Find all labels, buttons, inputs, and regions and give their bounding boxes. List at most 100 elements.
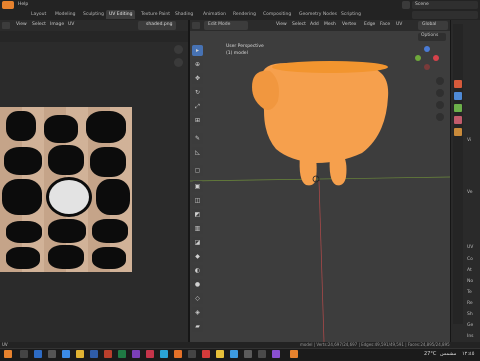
prop-color-attributes[interactable]: Co [467,257,480,265]
blender-running-icon[interactable] [290,350,298,358]
add-cube-tool-icon[interactable]: ▢ [192,165,203,176]
word-icon[interactable] [90,350,98,358]
measure-tool-icon[interactable]: ◺ [192,147,203,158]
vp-menu-face[interactable]: Face [380,22,390,27]
uv-menu-uv[interactable]: UV [68,22,74,27]
spin-tool-icon[interactable]: ◐ [192,265,203,276]
zoom-icon[interactable] [174,45,183,54]
rotate-tool-icon[interactable]: ↻ [192,87,203,98]
prop-instancing[interactable]: Ins [467,334,480,342]
workspace-tab-modeling[interactable]: Modeling [52,10,78,19]
workspace-tab-shading[interactable]: Shading [172,10,196,19]
move-tool-icon[interactable]: ✥ [192,73,203,84]
poly-build-tool-icon[interactable]: ◆ [192,251,203,262]
camera-view-icon[interactable] [436,101,444,109]
prop-geometry-data[interactable]: Ge [467,323,480,331]
uv-menu-view[interactable]: View [16,22,27,27]
texture-properties-icon[interactable] [454,128,462,136]
app-icon-9[interactable] [244,350,252,358]
search-icon[interactable] [20,350,28,358]
vp-menu-select[interactable]: Select [292,22,306,27]
navigation-gizmo[interactable] [414,45,440,71]
workspace-tab-rendering[interactable]: Rendering [230,10,259,19]
app-icon-5[interactable] [188,350,196,358]
vp-menu-mesh[interactable]: Mesh [324,22,336,27]
edge-slide-tool-icon[interactable]: ◇ [192,293,203,304]
prop-shading[interactable]: Sh [467,312,480,320]
vp-menu-vertex[interactable]: Vertex [342,22,356,27]
smooth-tool-icon[interactable]: ● [192,279,203,290]
vp-menu-add[interactable]: Add [310,22,319,27]
workspace-tab-animation[interactable]: Animation [200,10,229,19]
shrink-fatten-tool-icon[interactable]: ◈ [192,307,203,318]
uv-menu-image[interactable]: Image [50,22,64,27]
gizmo-y-icon[interactable] [415,55,421,61]
workspace-tab-compositing[interactable]: Compositing [260,10,294,19]
app-icon-4[interactable] [174,350,182,358]
file-explorer-icon[interactable] [76,350,84,358]
scene-icon[interactable] [402,1,410,9]
editor-type-icon[interactable] [2,22,10,29]
blender-taskbar-icon[interactable] [4,350,12,358]
app-icon-8[interactable] [230,350,238,358]
viewport-editor-type-icon[interactable] [192,22,200,29]
excel-icon[interactable] [118,350,126,358]
edge-browser-icon[interactable] [62,350,70,358]
select-box-tool-icon[interactable]: ▸ [192,45,203,56]
cursor-tool-icon[interactable]: ⊕ [192,59,203,70]
modifier-properties-icon[interactable] [454,92,462,100]
workspace-tab-sculpting[interactable]: Sculpting [80,10,107,19]
workspace-tab-layout[interactable]: Layout [28,10,49,19]
clock[interactable]: ١٢:٤٥ [462,351,474,357]
gizmo-neg-x-icon[interactable] [424,64,430,70]
annotate-tool-icon[interactable]: ✎ [192,133,203,144]
app-icon-2[interactable] [146,350,154,358]
prop-normals[interactable]: No [467,279,480,287]
app-icon-11[interactable] [272,350,280,358]
workspace-tab-scripting[interactable]: Scripting [338,10,364,19]
material-properties-icon[interactable] [454,116,462,124]
shear-tool-icon[interactable]: ▰ [192,321,203,332]
prop-uv-maps[interactable]: UV [467,245,480,253]
workspace-tab-geometry-nodes[interactable]: Geometry Nodes [296,10,340,19]
app-icon-1[interactable] [132,350,140,358]
prop-vertex-groups[interactable]: Vi [467,138,480,146]
inset-tool-icon[interactable]: ◫ [192,195,203,206]
workspace-tab-uv-editing[interactable]: UV Editing [106,10,136,19]
task-view-icon[interactable] [48,350,56,358]
prop-texture-space[interactable]: Te [467,290,480,298]
powerpoint-icon[interactable] [104,350,112,358]
loop-cut-tool-icon[interactable]: ▥ [192,223,203,234]
prop-remesh[interactable]: Re [467,301,480,309]
pan-hand-icon[interactable] [174,58,183,67]
app-icon-6[interactable] [202,350,210,358]
blender-logo-icon[interactable] [2,1,14,9]
object-properties-icon[interactable] [454,80,462,88]
extrude-tool-icon[interactable]: ▣ [192,181,203,192]
3d-viewport[interactable]: User Perspective (1) model Options [190,31,450,342]
app-icon-7[interactable] [216,350,224,358]
prop-shape-keys[interactable]: Ve [467,190,480,198]
gizmo-z-icon[interactable] [424,46,430,52]
prop-attributes[interactable]: At [467,268,480,276]
vp-menu-uv[interactable]: UV [396,22,402,27]
app-icon-3[interactable] [160,350,168,358]
vp-menu-edge[interactable]: Edge [364,22,375,27]
help-menu[interactable]: Help [18,2,28,7]
data-properties-icon[interactable] [454,104,462,112]
uv-menu-select[interactable]: Select [32,22,46,27]
transform-tool-icon[interactable]: ⊞ [192,115,203,126]
bevel-tool-icon[interactable]: ◩ [192,209,203,220]
knife-tool-icon[interactable]: ◪ [192,237,203,248]
perspective-toggle-icon[interactable] [436,113,444,121]
pan-view-icon[interactable] [436,89,444,97]
scale-tool-icon[interactable]: ⤢ [192,101,203,112]
gizmo-x-icon[interactable] [433,55,439,61]
view-layer-field[interactable] [412,11,478,19]
scene-field[interactable]: Scene [412,1,478,9]
start-icon[interactable] [34,350,42,358]
workspace-tab-texture-paint[interactable]: Texture Paint [138,10,173,19]
zoom-view-icon[interactable] [436,77,444,85]
vp-menu-view[interactable]: View [276,22,287,27]
app-icon-10[interactable] [258,350,266,358]
